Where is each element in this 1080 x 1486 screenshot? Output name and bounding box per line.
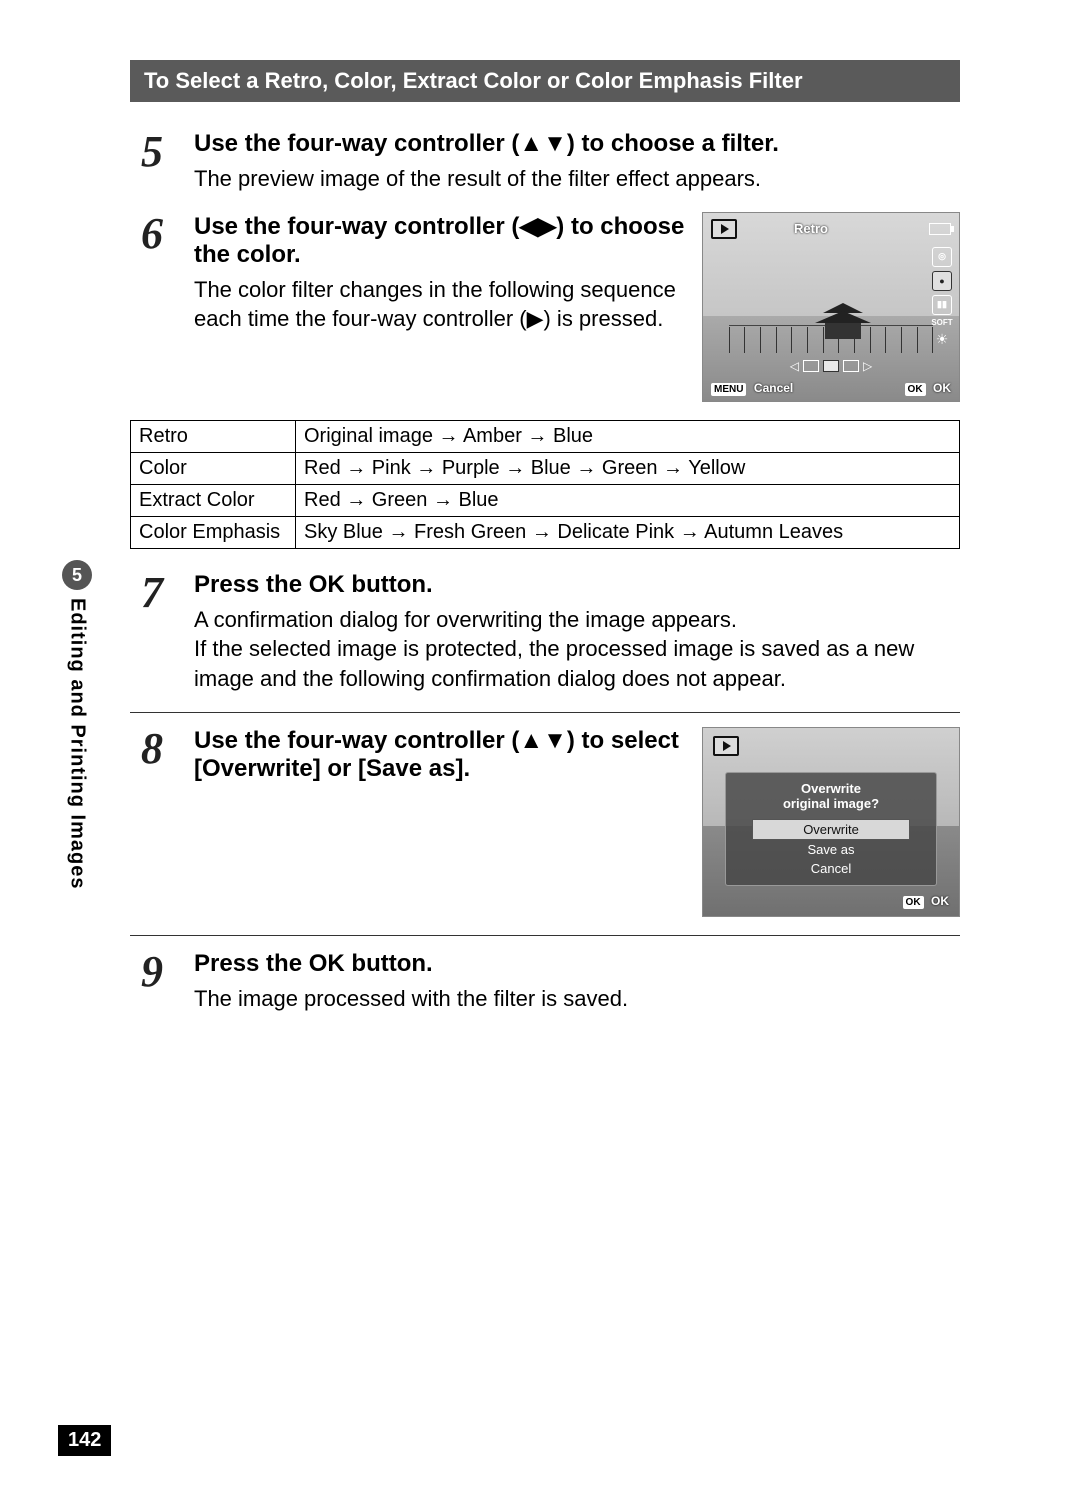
step-description: The color filter changes in the followin… [194,275,686,334]
color-swatch-selected [823,360,839,372]
step-description: A confirmation dialog for overwriting th… [194,605,960,694]
table-row: Color Red → Pink → Purple → Blue → Green… [131,452,960,484]
color-swatch [803,360,819,372]
menu-button-label: MENU [711,383,746,396]
dialog-option: Save as [726,840,936,859]
filter-icon: ◎ [932,247,952,267]
ok-button-label: OK [905,383,926,396]
chapter-title: Editing and Printing Images [66,598,89,889]
ok-button-label: OK [903,896,924,909]
filter-sequence-cell: Original image → Amber → Blue [296,420,960,452]
step-description: The image processed with the filter is s… [194,984,960,1014]
ok-glyph: OK [309,571,345,598]
filter-name-cell: Extract Color [131,484,296,516]
divider [130,712,960,713]
battery-icon [929,223,951,235]
page-number: 142 [58,1425,111,1456]
filter-icon-selected: ● [932,271,952,291]
step-heading: Press the OK button. [194,950,960,978]
step-number: 5 [130,130,174,194]
confirm-dialog: Overwrite original image? Overwrite Save… [725,772,937,886]
step-9: 9 Press the OK button. The image process… [130,950,960,1014]
right-arrow-icon: ▷ [863,359,872,373]
camera-lcd-preview: Retro ◎ ● ▮▮ SOFT ☀ ◁ [702,212,960,402]
filter-sequence-cell: Red → Pink → Purple → Blue → Green → Yel… [296,452,960,484]
soft-filter-label: SOFT [931,319,953,327]
step-heading: Press the OK button. [194,571,960,599]
dialog-option-selected: Overwrite [752,819,910,840]
step-6: 6 Use the four-way controller (◀▶) to ch… [130,212,960,402]
step-5: 5 Use the four-way controller (▲▼) to ch… [130,130,960,194]
step-number: 6 [130,212,174,402]
playback-icon [713,736,739,756]
filter-name-cell: Retro [131,420,296,452]
color-sequence-table: Retro Original image → Amber → Blue Colo… [130,420,960,549]
step-8: 8 Use the four-way controller (▲▼) to se… [130,727,960,917]
dialog-option: Cancel [726,859,936,878]
step-heading: Use the four-way controller (◀▶) to choo… [194,212,686,269]
filter-icon-strip: ◎ ● ▮▮ SOFT ☀ [931,247,953,349]
camera-lcd-confirm: Overwrite original image? Overwrite Save… [702,727,960,917]
ok-label: OK [933,381,951,395]
step-heading: Use the four-way controller (▲▼) to choo… [194,130,960,158]
step-7: 7 Press the OK button. A confirmation di… [130,571,960,694]
page-content: To Select a Retro, Color, Extract Color … [130,60,960,1031]
cancel-label: Cancel [754,381,793,395]
filter-icon: ▮▮ [932,295,952,315]
step-number: 9 [130,950,174,1014]
section-heading: To Select a Retro, Color, Extract Color … [130,60,960,102]
dialog-line-1: Overwrite [726,781,936,796]
ok-glyph: OK [309,950,345,977]
step-description: The preview image of the result of the f… [194,164,960,194]
brightness-icon: ☀ [933,331,951,349]
table-row: Color Emphasis Sky Blue → Fresh Green → … [131,516,960,548]
side-tab: 5 Editing and Printing Images [60,560,94,990]
divider [130,935,960,936]
chapter-number-badge: 5 [62,560,92,590]
dialog-line-2: original image? [726,796,936,811]
step-number: 8 [130,727,174,917]
filter-sequence-cell: Red → Green → Blue [296,484,960,516]
color-selector: ◁ ▷ [703,359,959,373]
step-heading: Use the four-way controller (▲▼) to sele… [194,727,686,783]
color-swatch [843,360,859,372]
table-row: Retro Original image → Amber → Blue [131,420,960,452]
filter-name-cell: Color Emphasis [131,516,296,548]
filter-name-cell: Color [131,452,296,484]
step-number: 7 [130,571,174,694]
table-row: Extract Color Red → Green → Blue [131,484,960,516]
ok-label: OK [931,894,949,908]
left-arrow-icon: ◁ [790,359,799,373]
filter-sequence-cell: Sky Blue → Fresh Green → Delicate Pink →… [296,516,960,548]
filter-title: Retro [711,221,911,236]
